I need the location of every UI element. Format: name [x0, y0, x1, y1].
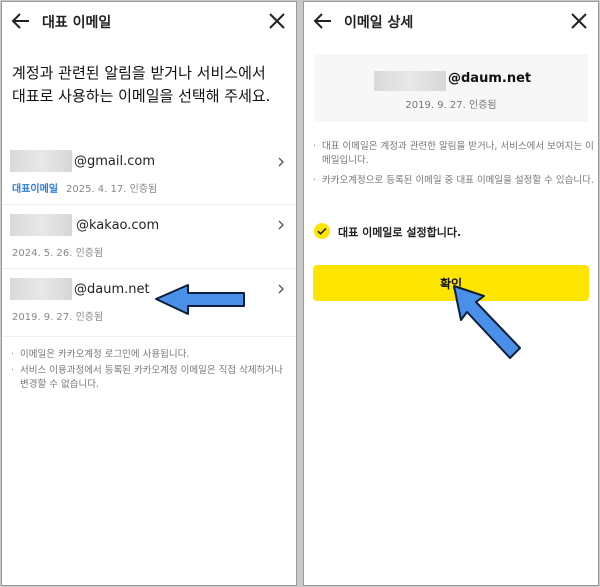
info-note: 대표 이메일은 계정과 관련한 알림을 받거나, 서비스에서 보여지는 이메일입…: [312, 140, 594, 168]
representative-badge: 대표이메일: [12, 184, 58, 195]
blurred-email-id: [374, 71, 446, 91]
close-icon[interactable]: [266, 10, 288, 32]
info-note: 카카오계정으로 등록된 이메일 중 대표 이메일을 설정할 수 있습니다.: [312, 174, 594, 188]
email-domain: @daum.net: [448, 71, 532, 86]
email-meta: 대표이메일 2025. 4. 17. 인증됨: [12, 180, 157, 195]
chevron-right-icon: [278, 220, 284, 230]
email-domain: @daum.net: [74, 282, 150, 297]
email-item-daum[interactable]: @daum.net 2019. 9. 27. 인증됨: [2, 278, 296, 336]
verified-date: 2025. 4. 17. 인증됨: [66, 184, 158, 195]
verified-date: 2019. 9. 27. 인증됨: [12, 312, 104, 323]
info-note: 서비스 이용과정에서 등록된 카카오계정 이메일은 직접 삭제하거나 변경할 수…: [10, 364, 292, 392]
divider: [2, 268, 296, 269]
back-arrow-icon[interactable]: [312, 10, 334, 32]
intro-text: 계정과 관련된 알림을 받거나 서비스에서 대표로 사용하는 이메일을 선택해 …: [12, 64, 271, 105]
app-header: 대표 이메일: [2, 2, 296, 42]
divider: [2, 204, 296, 205]
divider: [2, 336, 296, 337]
close-icon[interactable]: [568, 10, 590, 32]
email-item-kakao[interactable]: @kakao.com 2024. 5. 26. 인증됨: [2, 212, 296, 270]
confirm-button[interactable]: 확인: [313, 265, 589, 301]
email-item-gmail[interactable]: @gmail.com 대표이메일 2025. 4. 17. 인증됨: [2, 150, 296, 208]
app-header: 이메일 상세: [304, 2, 598, 42]
blurred-email-id: [10, 150, 72, 172]
email-domain: @gmail.com: [74, 154, 156, 169]
left-screen-representative-email: 대표 이메일 계정과 관련된 알림을 받거나 서비스에서 대표로 사용하는 이메…: [1, 1, 297, 586]
verified-date: 2024. 5. 26. 인증됨: [12, 248, 104, 259]
right-screen-email-detail: 이메일 상세 @daum.net 2019. 9. 27. 인증됨 대표 이메일…: [303, 1, 599, 586]
chevron-right-icon: [278, 284, 284, 294]
verified-date: 2019. 9. 27. 인증됨: [405, 100, 497, 111]
email-card: @daum.net 2019. 9. 27. 인증됨: [314, 54, 588, 122]
info-note: 이메일은 카카오계정 로그인에 사용됩니다.: [10, 348, 292, 362]
checkbox-checked-icon: [314, 223, 330, 239]
blurred-email-id: [10, 278, 72, 300]
set-representative-checkbox[interactable]: 대표 이메일로 설정합니다.: [314, 222, 584, 242]
blurred-email-id: [10, 214, 72, 236]
page-title: 이메일 상세: [344, 15, 414, 31]
email-domain: @kakao.com: [76, 218, 160, 233]
page-title: 대표 이메일: [42, 15, 112, 31]
checkbox-label: 대표 이메일로 설정합니다.: [338, 226, 462, 239]
chevron-right-icon: [278, 157, 284, 167]
back-arrow-icon[interactable]: [10, 10, 32, 32]
